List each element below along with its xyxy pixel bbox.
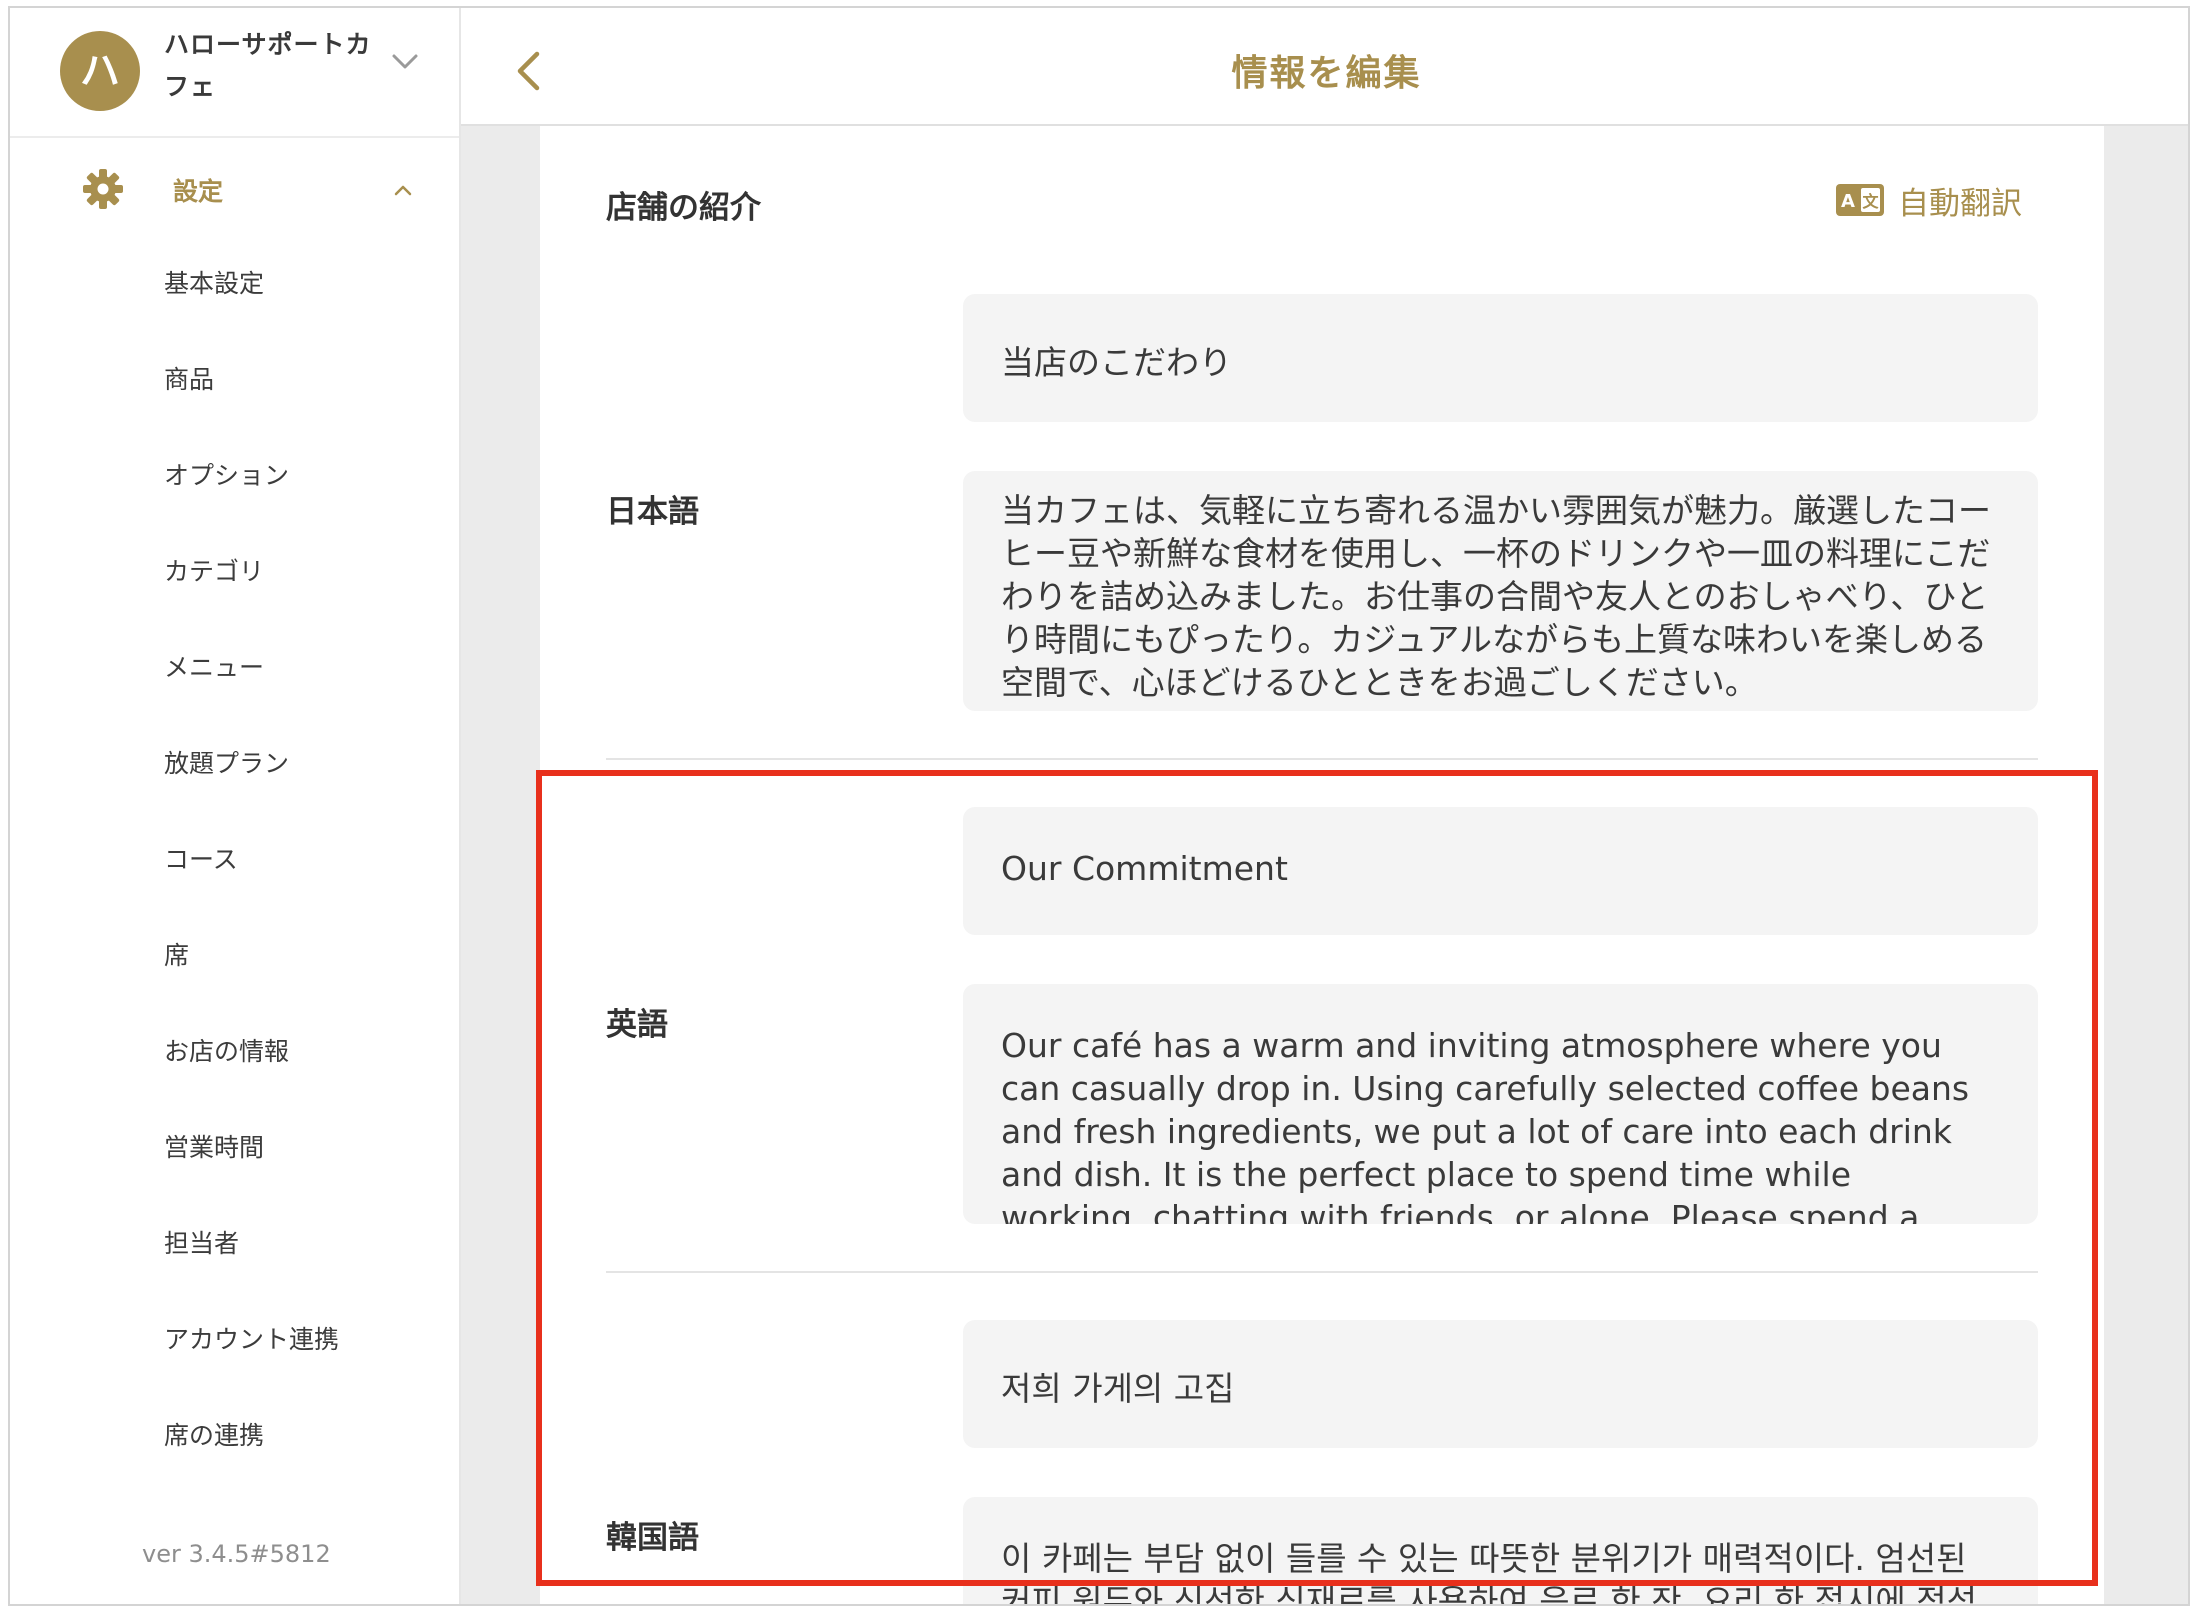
svg-text:文: 文 (1862, 192, 1879, 211)
sidebar-item-seat-link[interactable]: 席の連携 (164, 1416, 264, 1456)
language-label-korean: 韓国語 (606, 1520, 699, 1556)
sidebar-item-all-you-can-plans[interactable]: 放題プラン (164, 744, 289, 784)
divider (606, 758, 2038, 760)
body-field-japanese[interactable]: 当カフェは、気軽に立ち寄れる温かい雰囲気が魅力。厳選したコーヒー豆や新鮮な食材を… (963, 471, 2038, 711)
content-area: 店舗の紹介 A 文 自動翻訳 日本語 当店のこだわり 当カフェは、気軽に立ち寄れ… (461, 126, 2188, 1604)
avatar: ハ (60, 31, 140, 111)
edit-card: 店舗の紹介 A 文 自動翻訳 日本語 当店のこだわり 当カフェは、気軽に立ち寄れ… (540, 126, 2104, 1604)
sidebar-item-categories[interactable]: カテゴリ (164, 552, 264, 592)
sidebar-item-options[interactable]: オプション (164, 456, 289, 496)
sidebar-item-staff[interactable]: 担当者 (164, 1224, 239, 1264)
sidebar: ハ ハローサポートカフェ 設定 基本設定 商品 オプション カテゴリ メニュー … (10, 8, 461, 1604)
auto-translate-button[interactable]: A 文 自動翻訳 (1836, 178, 2022, 222)
gear-icon (83, 169, 123, 209)
chevron-up-icon[interactable] (391, 178, 415, 202)
app-window: ハ ハローサポートカフェ 設定 基本設定 商品 オプション カテゴリ メニュー … (8, 6, 2190, 1606)
title-field-korean[interactable]: 저희 가게의 고집 (963, 1320, 2038, 1448)
sidebar-item-products[interactable]: 商品 (164, 360, 214, 400)
sidebar-item-seats[interactable]: 席 (164, 936, 189, 976)
sidebar-item-account-link[interactable]: アカウント連携 (164, 1320, 339, 1360)
body-field-english[interactable]: Our café has a warm and inviting atmosph… (963, 984, 2038, 1224)
sidebar-section-label: 設定 (173, 177, 224, 206)
page-title: 情報を編集 (1231, 53, 1422, 94)
sidebar-item-store-info[interactable]: お店の情報 (164, 1032, 289, 1072)
divider (606, 1271, 2038, 1273)
language-label-japanese: 日本語 (606, 494, 699, 530)
store-switcher[interactable]: ハ ハローサポートカフェ (10, 8, 459, 138)
sidebar-item-menu[interactable]: メニュー (164, 648, 264, 688)
title-field-english[interactable]: Our Commitment (963, 807, 2038, 935)
svg-text:A: A (1841, 191, 1855, 212)
chevron-down-icon[interactable] (388, 44, 422, 78)
sidebar-item-business-hours[interactable]: 営業時間 (164, 1128, 264, 1168)
language-label-english: 英語 (606, 1007, 668, 1043)
auto-translate-label: 自動翻訳 (1898, 185, 2022, 222)
version-label: ver 3.4.5#5812 (142, 1540, 331, 1568)
body-field-korean[interactable]: 이 카페는 부담 없이 들를 수 있는 따뜻한 분위기가 매력적이다. 엄선된 … (963, 1497, 2038, 1604)
title-field-japanese[interactable]: 当店のこだわり (963, 294, 2038, 422)
sidebar-item-basic-settings[interactable]: 基本設定 (164, 264, 264, 304)
section-title: 店舗の紹介 (606, 190, 761, 226)
translate-icon: A 文 (1836, 184, 1884, 216)
page-header: 情報を編集 (461, 8, 2188, 126)
sidebar-item-courses[interactable]: コース (164, 840, 238, 880)
store-name: ハローサポートカフェ (164, 30, 372, 101)
